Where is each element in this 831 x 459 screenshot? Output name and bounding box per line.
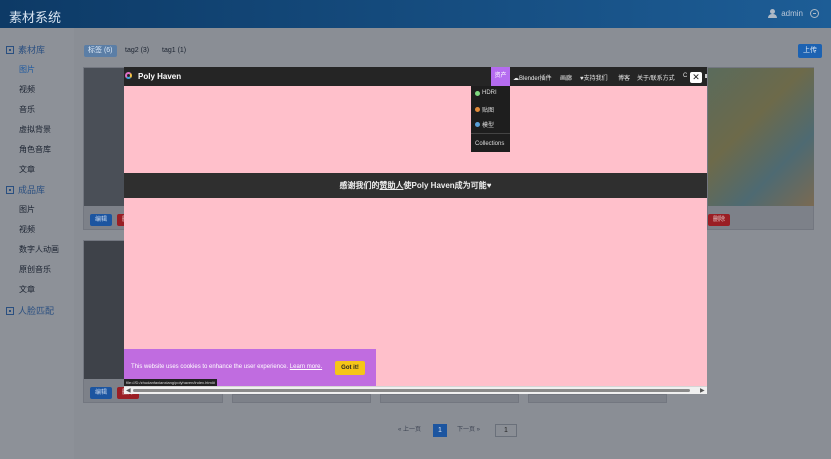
- nav-assets[interactable]: 资产: [491, 67, 510, 86]
- scroll-left-icon[interactable]: ◀: [126, 387, 131, 394]
- face-icon: [6, 306, 14, 315]
- nav-support[interactable]: ♥支持我们: [580, 73, 608, 82]
- pager-prev[interactable]: « 上一页: [398, 424, 421, 433]
- sidebar-item-product-articles[interactable]: 文章: [19, 284, 35, 295]
- nav-blender[interactable]: ☁Blender插件: [513, 73, 552, 82]
- sidebar-item-product-images[interactable]: 图片: [19, 204, 35, 215]
- textures-icon: [475, 107, 480, 112]
- tag-tag1[interactable]: tag1 (1): [158, 45, 190, 57]
- dropdown-item-textures[interactable]: 贴图: [475, 105, 494, 114]
- sidebar-item-music[interactable]: 音乐: [19, 104, 35, 115]
- sidebar-item-voice-library[interactable]: 角色音库: [19, 144, 51, 155]
- card-thumbnail[interactable]: [84, 68, 125, 206]
- edit-button[interactable]: 编辑: [90, 214, 113, 226]
- library-icon: [6, 45, 14, 54]
- patron-banner: 感谢我们的赞助人使Poly Haven成为可能♥: [124, 173, 707, 198]
- card-thumbnail[interactable]: [708, 68, 814, 206]
- sidebar-item-digital-human[interactable]: 数字人动画: [19, 244, 59, 255]
- sidebar-group-products[interactable]: 成品库: [6, 183, 45, 196]
- nav-blog[interactable]: 博客: [618, 73, 630, 82]
- hdri-icon: [475, 90, 480, 96]
- sidebar-item-product-videos[interactable]: 视频: [19, 224, 35, 235]
- close-modal-button[interactable]: ✕: [690, 72, 702, 83]
- media-card[interactable]: [232, 394, 371, 403]
- tag-tag2[interactable]: tag2 (3): [121, 45, 153, 57]
- user-menu[interactable]: admin: [768, 9, 819, 18]
- edit-button[interactable]: 编辑: [90, 387, 113, 399]
- username: admin: [781, 9, 803, 18]
- polyhaven-logo-icon[interactable]: [125, 72, 132, 79]
- horizontal-scrollbar[interactable]: ◀ ▶: [124, 386, 707, 394]
- sidebar-item-virtual-bg[interactable]: 虚拟背景: [19, 124, 51, 135]
- pager-jump-input[interactable]: 1: [495, 424, 517, 437]
- assets-dropdown: HDRI 贴图 模型 Collections: [471, 86, 510, 152]
- nav-more[interactable]: C: [683, 73, 687, 79]
- app-title: 素材系统: [9, 10, 62, 25]
- dropdown-item-collections[interactable]: Collections: [475, 141, 504, 147]
- polyhaven-brand[interactable]: Poly Haven: [138, 72, 181, 81]
- models-icon: [475, 122, 480, 127]
- dropdown-item-models[interactable]: 模型: [475, 120, 494, 129]
- learn-more-link[interactable]: Learn more.: [290, 364, 322, 370]
- pager-page-1[interactable]: 1: [433, 424, 447, 437]
- delete-button[interactable]: 删除: [708, 214, 731, 226]
- user-icon: [768, 9, 778, 18]
- dropdown-item-hdri[interactable]: HDRI: [475, 90, 497, 96]
- sidebar-item-face-match[interactable]: 人脸匹配: [6, 304, 54, 317]
- tag-all[interactable]: 标签 (6): [84, 45, 117, 57]
- sidebar-group-label: 成品库: [18, 185, 46, 195]
- sidebar-group-label: 人脸匹配: [18, 306, 55, 316]
- top-bar: 素材系统 admin: [0, 0, 831, 28]
- nav-overflow: [705, 74, 707, 78]
- polyhaven-navbar: Poly Haven 资产 ☁Blender插件 画廊 ♥支持我们 博客 关于/…: [124, 67, 707, 86]
- sidebar-item-videos[interactable]: 视频: [19, 84, 35, 95]
- sidebar-item-articles[interactable]: 文章: [19, 164, 35, 175]
- sidebar-item-original-music[interactable]: 原创音乐: [19, 264, 51, 275]
- status-url: file:///D:/zhudanfaxianxiang/polyhaven/i…: [124, 379, 217, 386]
- products-icon: [6, 185, 14, 194]
- scroll-right-icon[interactable]: ▶: [700, 387, 705, 394]
- cookie-message: This website uses cookies to enhance the…: [131, 364, 323, 370]
- got-it-button[interactable]: Got it!: [335, 361, 365, 375]
- sidebar-group-label: 素材库: [18, 45, 46, 55]
- patrons-link[interactable]: 赞助人: [380, 181, 404, 190]
- sidebar-group-materials[interactable]: 素材库: [6, 43, 45, 56]
- nav-about[interactable]: 关于/联系方式: [637, 73, 675, 82]
- nav-gallery[interactable]: 画廊: [560, 73, 572, 82]
- media-card[interactable]: [380, 394, 519, 403]
- scrollbar-thumb[interactable]: [133, 389, 690, 392]
- preview-modal: Poly Haven 资产 ☁Blender插件 画廊 ♥支持我们 博客 关于/…: [124, 67, 707, 394]
- upload-button[interactable]: 上传: [798, 44, 822, 58]
- media-card[interactable]: 删除: [707, 67, 814, 230]
- pager-next[interactable]: 下一页 »: [457, 424, 480, 433]
- logout-icon[interactable]: [810, 9, 819, 18]
- media-card[interactable]: [528, 394, 667, 403]
- sidebar-item-images[interactable]: 图片: [19, 64, 35, 75]
- card-thumbnail[interactable]: [84, 241, 125, 379]
- dropdown-divider: [471, 133, 510, 134]
